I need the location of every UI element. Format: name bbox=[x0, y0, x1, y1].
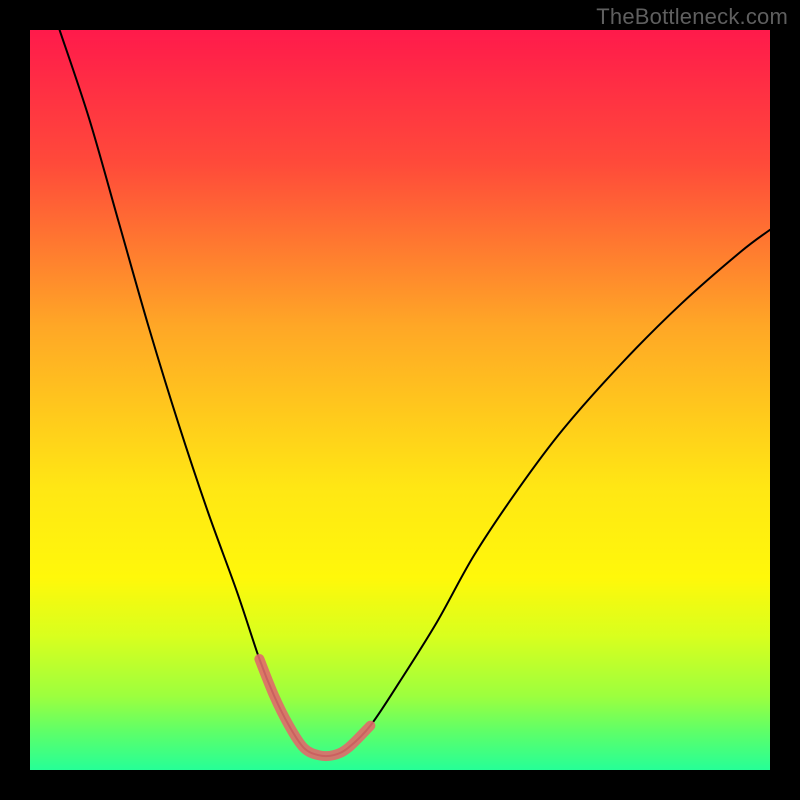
plot-background bbox=[30, 30, 770, 770]
bottleneck-chart bbox=[30, 30, 770, 770]
chart-frame: TheBottleneck.com bbox=[0, 0, 800, 800]
watermark-text: TheBottleneck.com bbox=[596, 4, 788, 30]
